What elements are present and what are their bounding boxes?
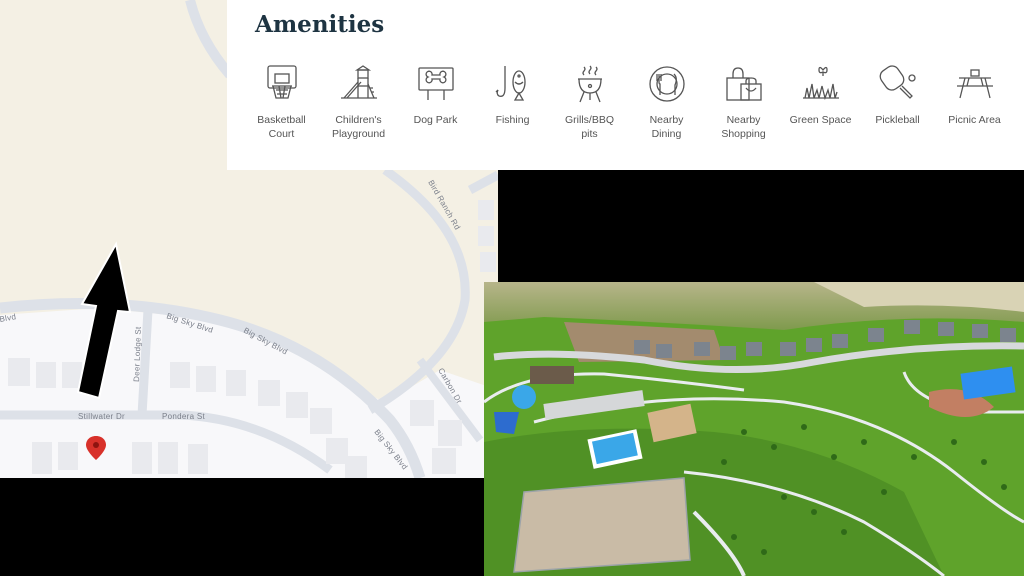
- shopping-bag-icon: [724, 64, 764, 104]
- basketball-hoop-icon: [262, 64, 302, 104]
- amenity-label: Basketball Court: [257, 114, 306, 140]
- black-background-top: [498, 170, 1024, 282]
- aerial-park-photo: [484, 282, 1024, 576]
- street-label-pondera: Pondera St: [162, 412, 206, 421]
- amenity-nearby-shopping[interactable]: Nearby Shopping: [705, 64, 782, 141]
- amenity-label: Nearby Dining: [649, 114, 684, 140]
- amenity-nearby-dining[interactable]: Nearby Dining: [628, 64, 705, 141]
- road-top: [185, 0, 234, 79]
- amenities-title: Amenities: [255, 11, 385, 38]
- picnic-table-icon: [955, 64, 995, 104]
- amenity-label: Green Space: [789, 114, 852, 126]
- pavilion-building: [530, 366, 574, 384]
- amenity-green-space[interactable]: Green Space: [782, 64, 859, 141]
- dog-park-sign-icon: [416, 64, 456, 104]
- amenity-label: Grills/BBQ pits: [564, 114, 614, 140]
- fishing-hook-icon: [493, 64, 533, 104]
- green-space-icon: [801, 64, 841, 104]
- amenity-label: Fishing: [495, 114, 530, 126]
- splash-pad: [512, 385, 536, 409]
- amenities-panel: Amenities Basketball Court Children's Pl…: [227, 0, 1024, 170]
- amenity-fishing[interactable]: Fishing: [474, 64, 551, 141]
- amenities-list: Basketball Court Children's Playground D…: [243, 64, 1024, 141]
- amenity-label: Children's Playground: [331, 114, 386, 140]
- amenity-picnic-area[interactable]: Picnic Area: [936, 64, 1013, 141]
- amenity-label: Pickleball: [875, 114, 920, 126]
- amenity-pickleball[interactable]: Pickleball: [859, 64, 936, 141]
- playground-icon: [339, 64, 379, 104]
- dining-plate-icon: [647, 64, 687, 104]
- amenity-label: Picnic Area: [948, 114, 1001, 126]
- amenity-label: Dog Park: [413, 114, 458, 126]
- amenity-label: Nearby Shopping: [721, 114, 766, 140]
- pickleball-paddle-icon: [878, 64, 918, 104]
- amenity-grills-bbq[interactable]: Grills/BBQ pits: [551, 64, 628, 141]
- bbq-grill-icon: [570, 64, 610, 104]
- amenity-childrens-playground[interactable]: Children's Playground: [320, 64, 397, 141]
- black-background-bottom: [0, 478, 484, 576]
- street-label-stillwater: Stillwater Dr: [78, 412, 125, 421]
- aerial-photo-canvas: [484, 282, 1024, 576]
- road-spur: [467, 171, 498, 194]
- amenity-dog-park[interactable]: Dog Park: [397, 64, 474, 141]
- road-deer-lodge: [137, 309, 153, 416]
- amenity-basketball-court[interactable]: Basketball Court: [243, 64, 320, 141]
- dirt-lot: [514, 478, 690, 572]
